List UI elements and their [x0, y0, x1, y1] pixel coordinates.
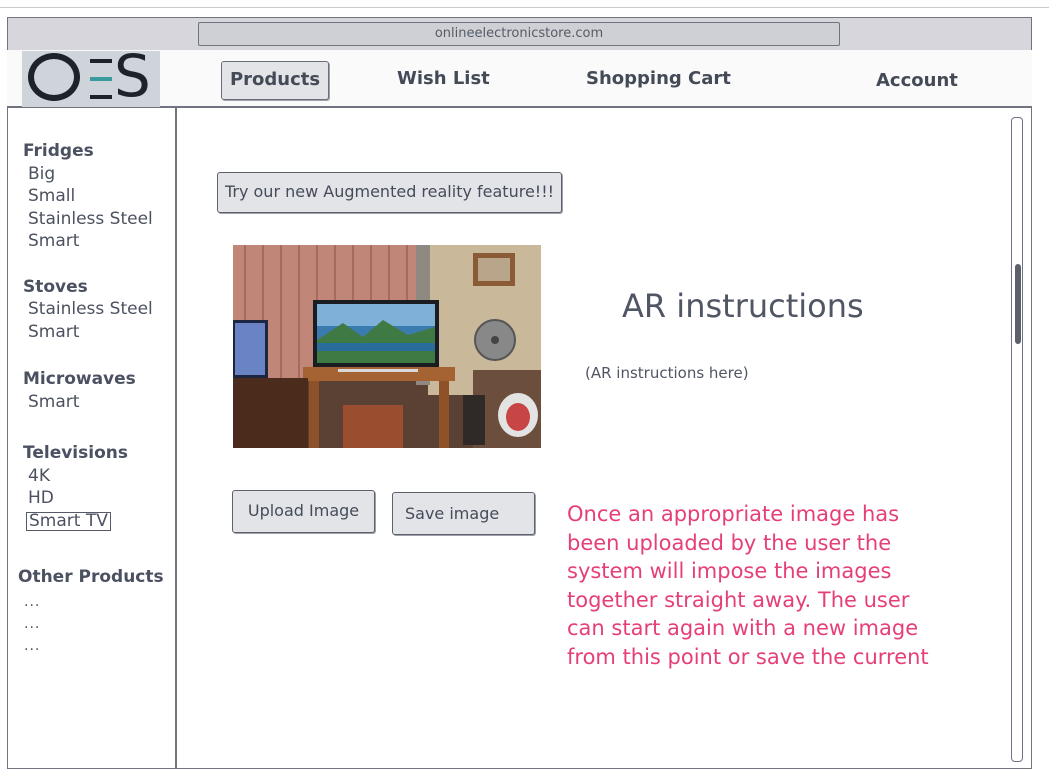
category-other-products[interactable]: Other Products — [18, 567, 164, 587]
nav-wish-list-link[interactable]: Wish List — [397, 68, 490, 89]
save-image-button[interactable]: Save image — [392, 492, 535, 535]
subcategory-fridges-big[interactable]: Big — [28, 164, 55, 184]
scrollbar-thumb[interactable] — [1015, 264, 1021, 344]
subcategory-televisions-smart-tv[interactable]: Smart TV — [26, 512, 111, 531]
vertical-scrollbar[interactable] — [1011, 117, 1023, 762]
room-with-tv-photo — [233, 245, 541, 448]
url-field[interactable]: onlineelectronicstore.com — [198, 22, 840, 46]
category-fridges[interactable]: Fridges — [23, 141, 94, 161]
subcategory-fridges-smart[interactable]: Smart — [28, 231, 79, 251]
subcategory-fridges-small[interactable]: Small — [28, 186, 75, 206]
other-products-item[interactable]: ... — [24, 616, 40, 632]
subcategory-fridges-stainless-steel[interactable]: Stainless Steel — [28, 209, 153, 229]
ar-instructions-text: (AR instructions here) — [585, 364, 749, 382]
other-products-item[interactable]: ... — [24, 594, 40, 610]
subcategory-stoves-stainless-steel[interactable]: Stainless Steel — [28, 299, 153, 319]
nav-account-link[interactable]: Account — [876, 70, 958, 91]
category-sidebar — [7, 108, 177, 769]
category-televisions[interactable]: Televisions — [23, 443, 128, 463]
subcategory-microwaves-smart[interactable]: Smart — [28, 392, 79, 412]
ar-preview-image — [233, 245, 541, 448]
category-microwaves[interactable]: Microwaves — [23, 369, 136, 389]
subcategory-stoves-smart[interactable]: Smart — [28, 322, 79, 342]
nav-products-button[interactable]: Products — [221, 61, 329, 100]
annotation-note: Once an appropriate image has been uploa… — [567, 502, 929, 669]
upload-image-button[interactable]: Upload Image — [232, 490, 375, 533]
top-divider — [0, 7, 1049, 8]
other-products-item[interactable]: ... — [24, 638, 40, 654]
ar-instructions-heading: AR instructions — [622, 287, 864, 325]
nav-shopping-cart-link[interactable]: Shopping Cart — [586, 68, 731, 89]
subcategory-televisions-4k[interactable]: 4K — [28, 466, 50, 486]
category-stoves[interactable]: Stoves — [23, 277, 88, 297]
subcategory-televisions-hd[interactable]: HD — [28, 488, 54, 508]
try-ar-feature-button[interactable]: Try our new Augmented reality feature!!! — [217, 172, 562, 213]
store-logo[interactable]: S — [22, 44, 160, 108]
